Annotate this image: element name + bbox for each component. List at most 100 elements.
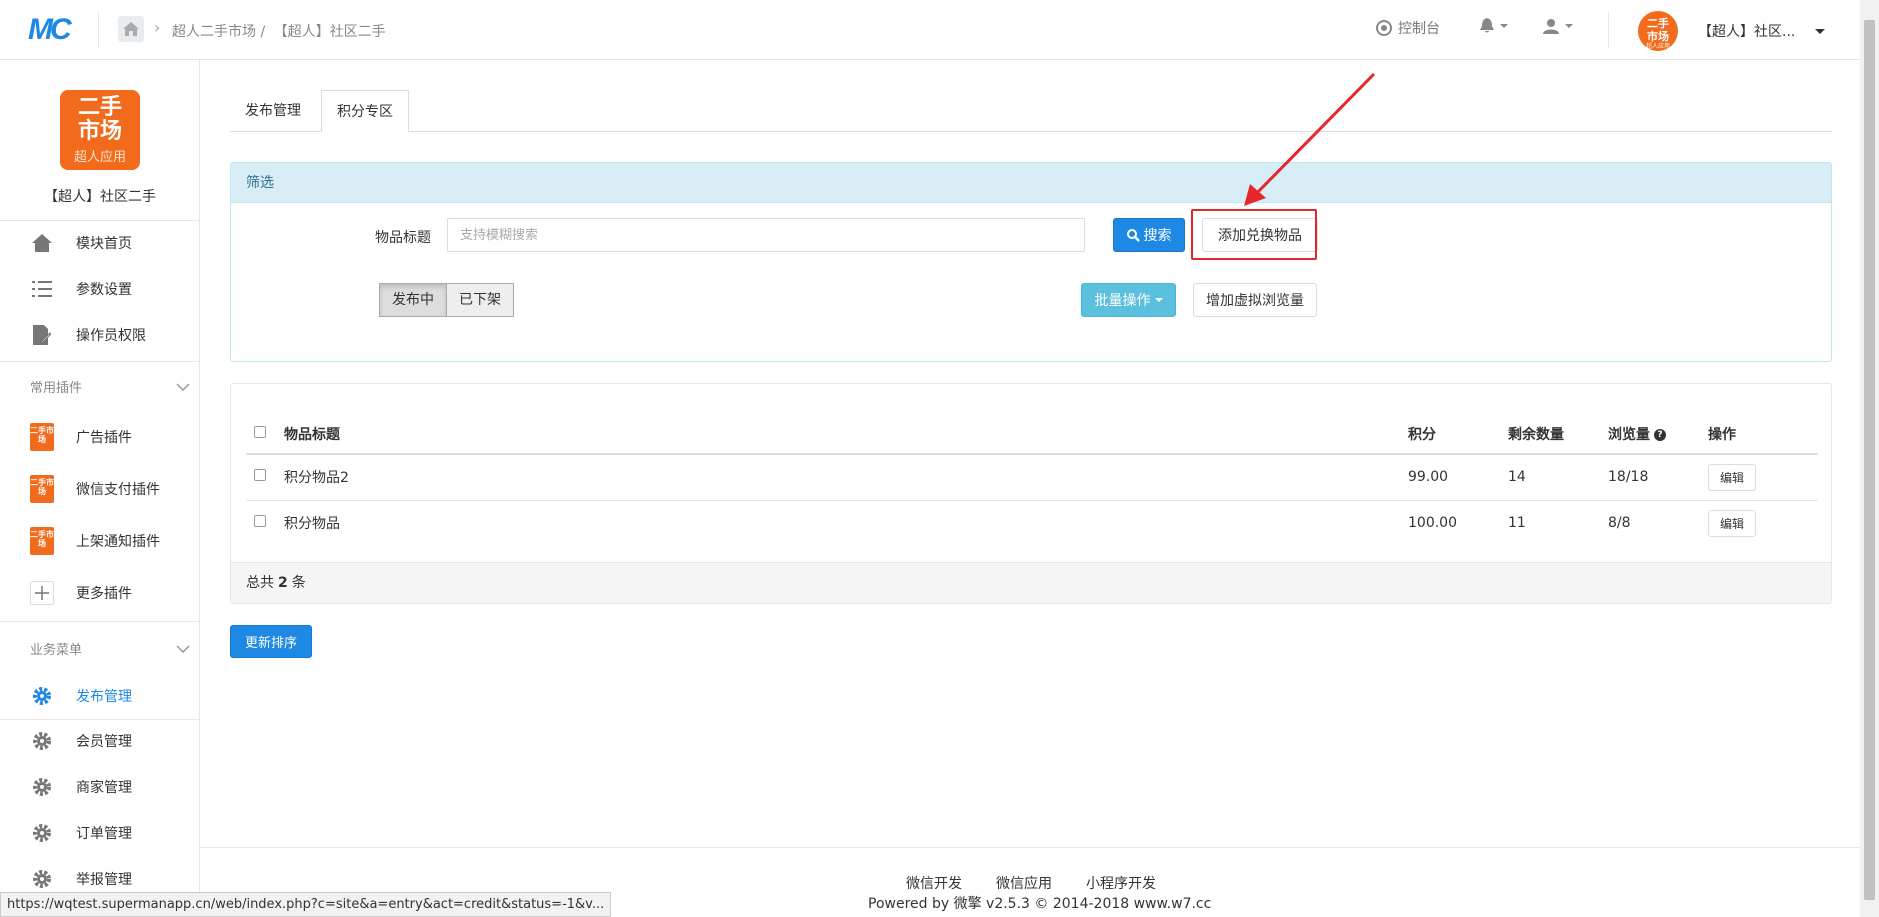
status-option-delisted[interactable]: 已下架 <box>447 283 514 317</box>
sidebar-section-business[interactable]: 业务菜单 <box>30 639 190 658</box>
search-icon <box>1126 228 1140 242</box>
footer-links: 微信开发 微信应用 小程序开发 <box>906 873 1156 893</box>
cell-views: 18/18 <box>1608 454 1708 501</box>
cell-remaining: 14 <box>1508 454 1608 501</box>
column-header-points: 积分 <box>1408 414 1508 455</box>
sidebar-item-order-management[interactable]: 订单管理 <box>0 813 200 853</box>
sidebar-item-label: 更多插件 <box>76 586 132 602</box>
edit-button[interactable]: 编辑 <box>1708 509 1757 537</box>
status-toggle: 发布中 已下架 <box>379 283 514 317</box>
edit-button[interactable]: 编辑 <box>1708 463 1757 491</box>
sidebar-item-member-management[interactable]: 会员管理 <box>0 721 200 761</box>
batch-actions-button[interactable]: 批量操作 <box>1081 283 1176 317</box>
sidebar-item-label: 广告插件 <box>76 430 132 446</box>
search-button-label: 搜索 <box>1143 228 1172 244</box>
table-row: 积分物品 100.00 11 8/8 编辑 <box>246 500 1818 546</box>
caret-down-icon <box>1565 24 1573 28</box>
divider <box>0 361 200 362</box>
page-scrollbar[interactable] <box>1860 0 1879 917</box>
footer-link-miniprogram-dev[interactable]: 小程序开发 <box>1086 873 1156 893</box>
cell-points: 100.00 <box>1408 515 1457 532</box>
sidebar-item-label: 操作员权限 <box>76 328 146 344</box>
list-icon <box>30 277 54 301</box>
sidebar-item-more-plugins[interactable]: 更多插件 <box>0 573 200 613</box>
sidebar-item-publish-management[interactable]: 发布管理 <box>0 676 200 716</box>
console-link[interactable]: 控制台 <box>1376 18 1440 38</box>
top-bar: MC › 超人二手市场 / 【超人】社区二手 控制台 二手市场 超人应用 【超人… <box>0 0 1860 60</box>
breadcrumb: 超人二手市场 / 【超人】社区二手 <box>172 21 390 41</box>
divider <box>98 12 99 48</box>
sidebar-item-module-home[interactable]: 模块首页 <box>0 223 200 263</box>
app-logo-sub: 超人应用 <box>73 150 126 165</box>
console-label: 控制台 <box>1398 21 1440 37</box>
footer-copyright: Powered by 微擎 v2.5.3 © 2014-2018 www.w7.… <box>868 896 1212 912</box>
breadcrumb-item-app[interactable]: 【超人】社区二手 <box>274 24 386 40</box>
table-header-row: 物品标题 积分 剩余数量 浏览量? 操作 <box>246 414 1818 455</box>
sidebar: 二手 市场 超人应用 【超人】社区二手 模块首页 参数设置 操作员权限 常用插件… <box>0 60 200 917</box>
footer-link-wechat-dev[interactable]: 微信开发 <box>906 873 962 893</box>
add-virtual-views-button[interactable]: 增加虚拟浏览量 <box>1193 283 1317 317</box>
status-option-published[interactable]: 发布中 <box>379 283 447 317</box>
select-all-checkbox[interactable] <box>254 425 266 438</box>
caret-down-icon <box>1500 24 1508 28</box>
account-menu[interactable]: 【超人】社区... <box>1698 21 1826 41</box>
dashboard-icon <box>1376 20 1392 36</box>
search-button[interactable]: 搜索 <box>1113 218 1185 252</box>
tab-publish-management[interactable]: 发布管理 <box>230 90 316 132</box>
footer-divider <box>200 847 1860 848</box>
views-header-label: 浏览量 <box>1608 426 1650 443</box>
sidebar-item-label: 参数设置 <box>76 282 132 298</box>
gear-icon <box>30 729 54 753</box>
sidebar-item-ad-plugin[interactable]: 二手市场 广告插件 <box>0 417 200 457</box>
highlight-box <box>1191 209 1317 260</box>
batch-actions-label: 批量操作 <box>1094 293 1151 309</box>
update-sort-button[interactable]: 更新排序 <box>230 625 312 658</box>
user-menu-button[interactable] <box>1543 18 1573 34</box>
footer-link-wechat-apps[interactable]: 微信应用 <box>996 873 1052 893</box>
notifications-button[interactable] <box>1480 18 1508 34</box>
app-name: 【超人】社区二手 <box>44 189 156 205</box>
doc-edit-icon <box>30 323 54 347</box>
plugin-icon: 二手市场 <box>30 423 54 451</box>
sidebar-item-wechat-pay-plugin[interactable]: 二手市场 微信支付插件 <box>0 469 200 509</box>
breadcrumb-item-market[interactable]: 超人二手市场 / <box>172 24 265 40</box>
home-icon <box>30 231 54 255</box>
sidebar-item-label: 商家管理 <box>76 780 132 796</box>
brand-logo[interactable]: MC <box>28 14 78 46</box>
account-avatar[interactable]: 二手市场 超人应用 <box>1638 11 1678 51</box>
browser-status-url: https://wqtest.supermanapp.cn/web/index.… <box>0 892 612 917</box>
item-title-search-input[interactable] <box>447 218 1085 252</box>
items-table-panel: 物品标题 积分 剩余数量 浏览量? 操作 积分物品2 99.00 14 18/1… <box>230 383 1832 604</box>
sidebar-item-label: 举报管理 <box>76 872 132 888</box>
plugin-icon-text: 二手市场 <box>30 475 54 503</box>
plus-icon <box>30 581 54 605</box>
divider <box>0 719 200 720</box>
divider <box>0 220 200 221</box>
sidebar-item-merchant-management[interactable]: 商家管理 <box>0 767 200 807</box>
row-checkbox[interactable] <box>254 469 266 482</box>
total-count: 2 <box>278 575 288 591</box>
tab-points-zone[interactable]: 积分专区 <box>321 90 409 132</box>
plugin-icon-text: 二手市场 <box>30 423 54 451</box>
sidebar-item-listing-notify-plugin[interactable]: 二手市场 上架通知插件 <box>0 521 200 561</box>
avatar-text: 二手市场 <box>1647 17 1669 43</box>
sidebar-section-plugins[interactable]: 常用插件 <box>30 377 190 396</box>
sidebar-item-label: 发布管理 <box>76 689 132 705</box>
cell-points: 99.00 <box>1408 454 1508 501</box>
user-icon <box>1543 19 1559 34</box>
column-header-actions: 操作 <box>1708 414 1818 455</box>
account-name: 【超人】社区... <box>1698 24 1796 40</box>
row-checkbox[interactable] <box>254 515 266 528</box>
gear-icon <box>30 775 54 799</box>
table-row: 积分物品2 99.00 14 18/18 编辑 <box>246 454 1818 501</box>
items-table: 物品标题 积分 剩余数量 浏览量? 操作 积分物品2 99.00 14 18/1… <box>246 414 1818 546</box>
total-suffix: 条 <box>291 575 306 591</box>
question-icon[interactable]: ? <box>1654 428 1666 441</box>
sidebar-item-settings[interactable]: 参数设置 <box>0 269 200 309</box>
plugin-icon: 二手市场 <box>30 475 54 503</box>
scrollbar-thumb[interactable] <box>1864 20 1875 900</box>
sidebar-item-label: 上架通知插件 <box>76 534 160 550</box>
home-icon[interactable] <box>118 16 144 42</box>
plugin-icon-text: 二手市场 <box>30 527 54 555</box>
sidebar-item-operator-permissions[interactable]: 操作员权限 <box>0 315 200 355</box>
